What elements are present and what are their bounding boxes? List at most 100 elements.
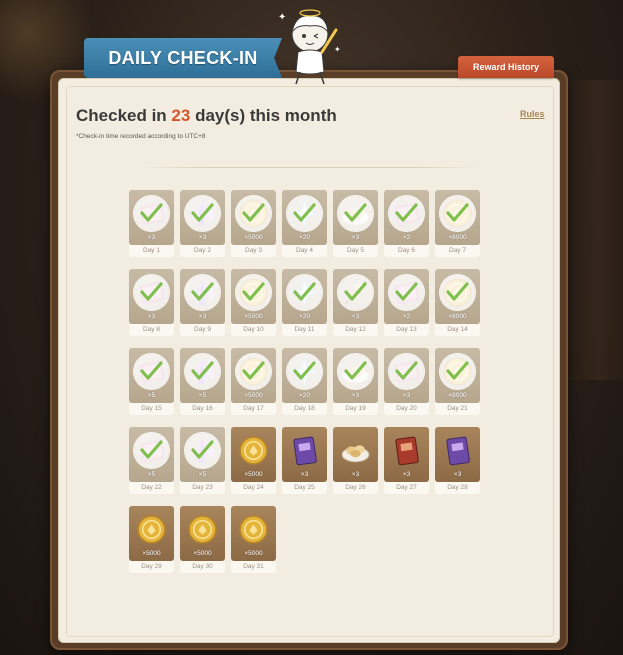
reward-day-16[interactable]: ×5 Day 16 — [180, 348, 225, 415]
claimed-checkmark-icon — [389, 196, 424, 231]
reward-day-8[interactable]: ×3 Day 8 — [129, 269, 174, 336]
reward-day-27[interactable]: ×3 Day 27 — [384, 427, 429, 494]
claimed-checkmark-icon — [185, 196, 220, 231]
reward-day-10[interactable]: ×5000 Day 10 — [231, 269, 276, 336]
reward-day-2[interactable]: ×3 Day 2 — [180, 190, 225, 257]
reward-quantity: ×3 — [351, 471, 360, 478]
reward-quantity: ×3 — [147, 313, 156, 320]
reward-day-label: Day 31 — [231, 561, 276, 573]
reward-quantity: ×5000 — [193, 550, 212, 557]
claimed-checkmark-icon — [338, 275, 373, 310]
reward-day-label: Day 9 — [180, 324, 225, 336]
reward-quantity: ×5 — [147, 471, 156, 478]
claimed-checkmark-icon — [134, 196, 169, 231]
reward-day-25[interactable]: ×3 Day 25 — [282, 427, 327, 494]
claimed-checkmark-icon — [287, 275, 322, 310]
reward-day-14[interactable]: ×8000 Day 14 — [435, 269, 480, 336]
reward-day-4[interactable]: ×20 Day 4 — [282, 190, 327, 257]
food-dish-icon — [341, 445, 370, 463]
reward-day-31[interactable]: ×5000 Day 31 — [231, 506, 276, 573]
reward-day-label: Day 12 — [333, 324, 378, 336]
reward-day-label: Day 8 — [129, 324, 174, 336]
reward-day-20[interactable]: ×3 Day 20 — [384, 348, 429, 415]
reward-day-6[interactable]: ×2 Day 6 — [384, 190, 429, 257]
reward-quantity: ×2 — [402, 313, 411, 320]
reward-day-19[interactable]: ×3 Day 19 — [333, 348, 378, 415]
reward-quantity: ×3 — [351, 313, 360, 320]
reward-day-label: Day 28 — [435, 482, 480, 494]
reward-day-29[interactable]: ×5000 Day 29 — [129, 506, 174, 573]
reward-day-28[interactable]: ×3 Day 28 — [435, 427, 480, 494]
reward-quantity: ×8000 — [448, 392, 467, 399]
reward-quantity: ×5 — [198, 471, 207, 478]
claimed-checkmark-icon — [185, 275, 220, 310]
reward-day-label: Day 5 — [333, 245, 378, 257]
claimed-checkmark-icon — [389, 354, 424, 389]
svg-text:✦: ✦ — [334, 45, 341, 54]
reward-day-15[interactable]: ×5 Day 15 — [129, 348, 174, 415]
reward-day-label: Day 17 — [231, 403, 276, 415]
mora-icon — [239, 436, 268, 465]
reward-day-label: Day 21 — [435, 403, 480, 415]
reward-day-label: Day 13 — [384, 324, 429, 336]
reward-day-21[interactable]: ×8000 Day 21 — [435, 348, 480, 415]
summary-prefix: Checked in — [76, 106, 172, 125]
reward-day-3[interactable]: ×5000 Day 3 — [231, 190, 276, 257]
purple-book-icon — [293, 436, 317, 466]
claimed-checkmark-icon — [440, 196, 475, 231]
background-shelf — [563, 80, 623, 380]
svg-text:✦: ✦ — [278, 12, 286, 23]
reward-day-label: Day 16 — [180, 403, 225, 415]
reward-quantity: ×5000 — [244, 313, 263, 320]
reward-day-11[interactable]: ×20 Day 11 — [282, 269, 327, 336]
reward-quantity: ×5000 — [244, 471, 263, 478]
reward-quantity: ×3 — [453, 471, 462, 478]
reward-day-12[interactable]: ×3 Day 12 — [333, 269, 378, 336]
reward-day-label: Day 14 — [435, 324, 480, 336]
reward-quantity: ×2 — [402, 234, 411, 241]
reward-day-22[interactable]: ×5 Day 22 — [129, 427, 174, 494]
reward-day-label: Day 2 — [180, 245, 225, 257]
reward-day-30[interactable]: ×5000 Day 30 — [180, 506, 225, 573]
reward-quantity: ×5000 — [244, 392, 263, 399]
reward-day-18[interactable]: ×20 Day 18 — [282, 348, 327, 415]
reward-day-9[interactable]: ×3 Day 9 — [180, 269, 225, 336]
reward-day-26[interactable]: ×3 Day 26 — [333, 427, 378, 494]
reward-day-24[interactable]: ×5000 Day 24 — [231, 427, 276, 494]
reward-day-label: Day 26 — [333, 482, 378, 494]
rules-link[interactable]: Rules — [520, 109, 545, 119]
reward-history-button[interactable]: Reward History — [458, 56, 554, 78]
reward-day-7[interactable]: ×8000 Day 7 — [435, 190, 480, 257]
reward-quantity: ×8000 — [448, 234, 467, 241]
reward-quantity: ×8000 — [448, 313, 467, 320]
checked-days-count: 23 — [171, 106, 191, 125]
summary-suffix: day(s) this month — [190, 106, 337, 125]
reward-day-5[interactable]: ×3 Day 5 — [333, 190, 378, 257]
reward-day-label: Day 6 — [384, 245, 429, 257]
reward-quantity: ×3 — [402, 471, 411, 478]
reward-day-23[interactable]: ×5 Day 23 — [180, 427, 225, 494]
purple-book-icon — [446, 436, 470, 466]
reward-day-13[interactable]: ×2 Day 13 — [384, 269, 429, 336]
claimed-checkmark-icon — [185, 433, 220, 468]
mora-icon — [188, 515, 217, 544]
reward-day-label: Day 24 — [231, 482, 276, 494]
reward-day-label: Day 7 — [435, 245, 480, 257]
reward-day-label: Day 29 — [129, 561, 174, 573]
claimed-checkmark-icon — [287, 354, 322, 389]
reward-quantity: ×5000 — [244, 550, 263, 557]
reward-day-label: Day 15 — [129, 403, 174, 415]
reward-day-label: Day 1 — [129, 245, 174, 257]
red-book-icon — [395, 436, 419, 466]
claimed-checkmark-icon — [338, 354, 373, 389]
reward-quantity: ×3 — [198, 313, 207, 320]
reward-day-17[interactable]: ×5000 Day 17 — [231, 348, 276, 415]
reward-day-label: Day 18 — [282, 403, 327, 415]
reward-day-1[interactable]: ×3 Day 1 — [129, 190, 174, 257]
reward-day-label: Day 20 — [384, 403, 429, 415]
reward-day-label: Day 3 — [231, 245, 276, 257]
reward-quantity: ×3 — [147, 234, 156, 241]
mora-icon — [137, 515, 166, 544]
reward-day-label: Day 19 — [333, 403, 378, 415]
claimed-checkmark-icon — [185, 354, 220, 389]
